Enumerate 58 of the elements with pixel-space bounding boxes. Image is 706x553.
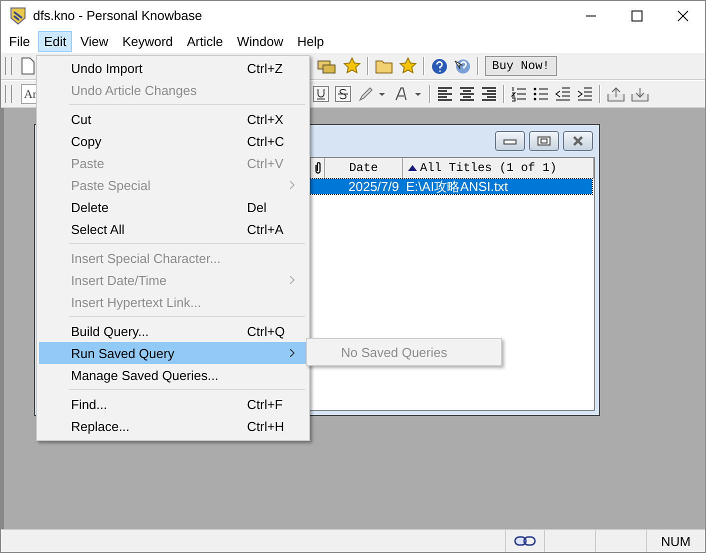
column-label: All Titles (1 of 1) <box>420 161 557 175</box>
menu-entry[interactable]: Replace... Ctrl+H <box>39 415 307 437</box>
toolbar-grip[interactable] <box>5 57 12 75</box>
minimize-icon <box>503 137 517 145</box>
folder-icon[interactable] <box>375 58 393 74</box>
menu-entry[interactable]: Cut Ctrl+X <box>39 108 307 130</box>
close-button[interactable] <box>563 131 593 151</box>
menu-item[interactable]: View <box>74 30 114 52</box>
star-icon[interactable] <box>343 57 361 75</box>
underline-icon[interactable] <box>313 86 329 102</box>
maximize-icon[interactable] <box>631 10 643 22</box>
align-left-icon[interactable] <box>437 86 453 102</box>
buy-now-button[interactable]: Buy Now! <box>485 56 557 76</box>
menu-entry[interactable]: Build Query... Ctrl+Q <box>39 320 307 342</box>
menu-entry[interactable]: Delete Del <box>39 196 307 218</box>
menu-item[interactable]: Article <box>180 30 230 52</box>
app-icon <box>10 6 26 24</box>
help-icon[interactable] <box>431 58 448 74</box>
column-header[interactable]: Date <box>325 158 403 178</box>
restore-button[interactable] <box>529 131 559 151</box>
close-icon <box>571 136 585 146</box>
help-pointer-icon[interactable] <box>454 58 471 74</box>
align-right-icon[interactable] <box>481 86 497 102</box>
menu-item[interactable]: File <box>3 30 36 52</box>
window-title: dfs.kno - Personal Knowbase <box>33 8 202 23</box>
stacked-boxes-icon[interactable] <box>317 58 337 74</box>
menu-entry[interactable]: Select All Ctrl+A <box>39 218 307 240</box>
date-cell-text: 2025/7/9 <box>347 179 399 194</box>
link-icon <box>514 536 536 546</box>
menu-entry[interactable]: Find... Ctrl+F <box>39 393 307 415</box>
highlighter-dropdown-icon[interactable] <box>357 86 387 102</box>
font-color-dropdown-icon[interactable] <box>393 86 423 102</box>
menu-item[interactable]: Help <box>291 30 330 52</box>
align-center-icon[interactable] <box>459 86 475 102</box>
outdent-icon[interactable] <box>555 86 571 102</box>
star-icon[interactable] <box>399 57 417 75</box>
menu-entry[interactable]: Manage Saved Queries... <box>39 364 307 386</box>
close-icon[interactable] <box>677 10 689 22</box>
menu-entry[interactable]: Run Saved Query <box>39 342 307 364</box>
menu-item[interactable]: Edit <box>38 30 72 52</box>
tray-down-icon[interactable] <box>631 86 649 102</box>
strikethrough-icon[interactable] <box>335 86 351 102</box>
status-indicator: NUM <box>646 530 705 552</box>
menu-item[interactable]: Keyword <box>116 30 179 52</box>
bulleted-list-icon[interactable] <box>533 86 549 102</box>
tray-up-icon[interactable] <box>607 86 625 102</box>
column-label: Date <box>349 161 378 175</box>
menu-item[interactable]: Window <box>231 30 290 52</box>
column-header[interactable]: All Titles (1 of 1) <box>403 158 594 178</box>
menu-entry[interactable]: Copy Ctrl+C <box>39 130 307 152</box>
paperclip-icon[interactable] <box>314 162 320 174</box>
numbered-list-icon[interactable] <box>511 86 527 102</box>
restore-icon <box>537 136 551 146</box>
title-cell-text: E:\AI攻略ANSI.txt <box>405 178 508 196</box>
menu-entry[interactable]: Undo Import Ctrl+Z <box>39 57 307 79</box>
toolbar-grip[interactable] <box>5 85 12 103</box>
minimize-button[interactable] <box>495 131 525 151</box>
indent-icon[interactable] <box>577 86 593 102</box>
